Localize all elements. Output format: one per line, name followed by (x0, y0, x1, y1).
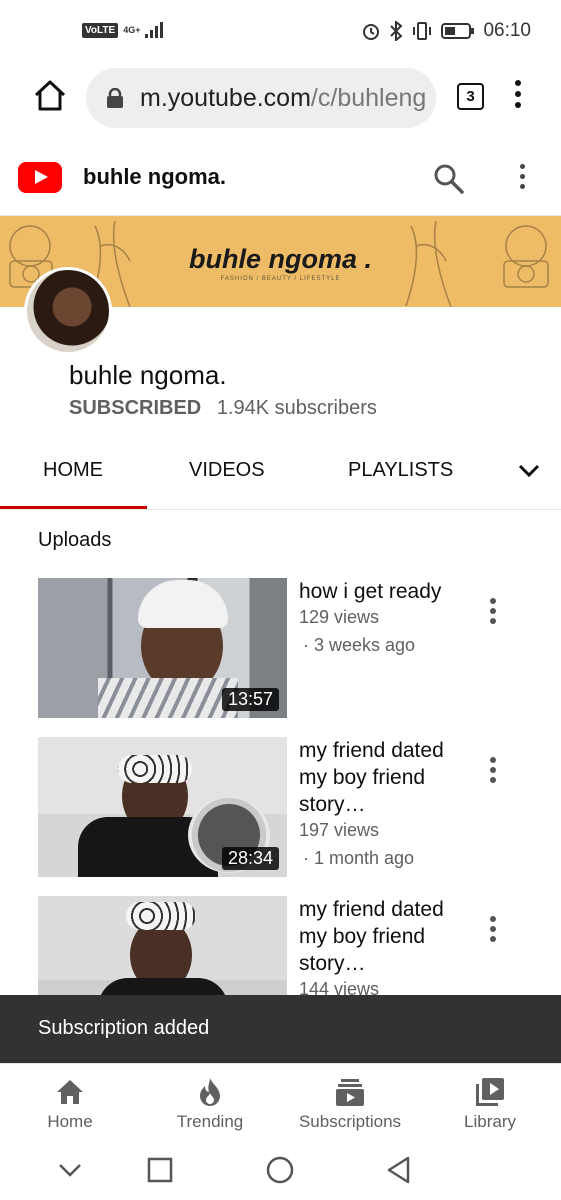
channel-tabs: HOME VIDEOS PLAYLISTS (0, 436, 561, 510)
video-thumbnail[interactable]: 28:34 (38, 737, 287, 877)
thumbnail-headband (118, 755, 192, 783)
status-right: 06:10 (361, 20, 531, 42)
video-more-icon[interactable] (488, 598, 498, 628)
volte-badge: VoLTE (82, 22, 119, 38)
signal-icon (145, 22, 164, 38)
video-more-icon[interactable] (488, 916, 498, 946)
trending-icon (200, 1078, 220, 1106)
home-circle-icon[interactable] (266, 1156, 294, 1184)
video-title-block: my friend dated my boy friend story… 197… (299, 737, 459, 874)
bottom-navigation: Home Trending Subscriptions Library (0, 1063, 561, 1144)
recents-icon[interactable] (147, 1157, 173, 1183)
channel-name: buhle ngoma. (69, 360, 227, 390)
nav-subscriptions-label: Subscriptions (298, 1112, 402, 1131)
nav-home[interactable]: Home (0, 1076, 140, 1132)
back-icon[interactable] (386, 1156, 412, 1184)
video-item[interactable]: 28:34 my friend dated my boy friend stor… (0, 737, 561, 882)
system-navigation-bar (0, 1144, 561, 1200)
video-duration: 28:34 (221, 847, 279, 870)
tab-home[interactable]: HOME (43, 459, 103, 482)
section-title: Uploads (38, 529, 112, 551)
thumbnail-headband (126, 902, 196, 930)
lock-icon (107, 88, 123, 108)
battery-icon (441, 23, 475, 39)
video-duration: 13:57 (221, 688, 279, 711)
video-item[interactable]: 13:57 how i get ready 129 views · 3 week… (0, 578, 561, 723)
avatar-image (27, 270, 109, 352)
header-channel-title: buhle ngoma. (83, 164, 226, 189)
active-tab-indicator (0, 506, 147, 509)
video-title-block: my friend dated my boy friend story… 144… (299, 896, 459, 1001)
subscriber-count: 1.94K subscribers (216, 397, 377, 419)
url-host: m.youtube.com (140, 83, 311, 112)
thumbnail-headwrap (138, 580, 228, 628)
nav-library[interactable]: Library (420, 1076, 560, 1132)
video-views: 197 views (299, 820, 380, 840)
nav-subscriptions[interactable]: Subscriptions (280, 1076, 420, 1132)
browser-toolbar: m.youtube.com/c/buhleng 3 (0, 62, 561, 134)
thumbnail-shirt (98, 678, 238, 718)
chevron-down-icon[interactable] (518, 462, 540, 480)
video-more-icon[interactable] (488, 757, 498, 787)
nav-trending[interactable]: Trending (140, 1076, 280, 1132)
video-views: 129 views (299, 607, 380, 627)
nav-trending-label: Trending (176, 1112, 244, 1131)
tab-playlists[interactable]: PLAYLISTS (348, 459, 453, 482)
address-bar[interactable]: m.youtube.com/c/buhleng (86, 68, 436, 128)
url-text: m.youtube.com/c/buhleng (140, 84, 426, 113)
subscriptions-icon (336, 1079, 364, 1106)
vibrate-icon (413, 22, 432, 40)
bluetooth-icon (390, 21, 403, 41)
video-title[interactable]: my friend dated my boy friend story… (299, 896, 459, 977)
network-type: 4G+ (123, 24, 141, 35)
status-left: VoLTE 4G+ (82, 22, 164, 38)
tab-videos[interactable]: VIDEOS (189, 459, 265, 482)
nav-home-label: Home (47, 1112, 93, 1131)
video-age: · 3 weeks ago (303, 635, 416, 655)
video-age: · 1 month ago (303, 848, 415, 868)
tab-switcher-button[interactable]: 3 (457, 83, 484, 110)
video-title[interactable]: my friend dated my boy friend story… (299, 737, 459, 818)
collapse-icon[interactable] (58, 1162, 82, 1178)
status-bar: VoLTE 4G+ 06:10 (0, 0, 561, 62)
video-thumbnail[interactable]: 13:57 (38, 578, 287, 718)
home-icon (57, 1080, 83, 1104)
alarm-icon (363, 24, 380, 40)
subscription-row: SUBSCRIBED 1.94K subscribers (69, 397, 377, 420)
snackbar: Subscription added (0, 995, 561, 1063)
youtube-logo-icon[interactable] (18, 162, 62, 193)
url-path: /c/buhleng (310, 83, 427, 112)
video-title-block: how i get ready 129 views · 3 weeks ago (299, 578, 459, 661)
library-icon (476, 1078, 504, 1106)
youtube-header: buhle ngoma. (0, 134, 561, 216)
search-icon[interactable] (432, 162, 466, 196)
browser-menu-icon[interactable] (508, 80, 528, 114)
clock: 06:10 (483, 20, 531, 41)
channel-avatar[interactable] (24, 267, 112, 355)
video-title[interactable]: how i get ready (299, 578, 459, 605)
subscribed-button[interactable]: SUBSCRIBED (69, 397, 201, 419)
nav-library-label: Library (464, 1112, 516, 1131)
browser-home-icon[interactable] (32, 78, 68, 114)
more-options-icon[interactable] (512, 164, 532, 194)
